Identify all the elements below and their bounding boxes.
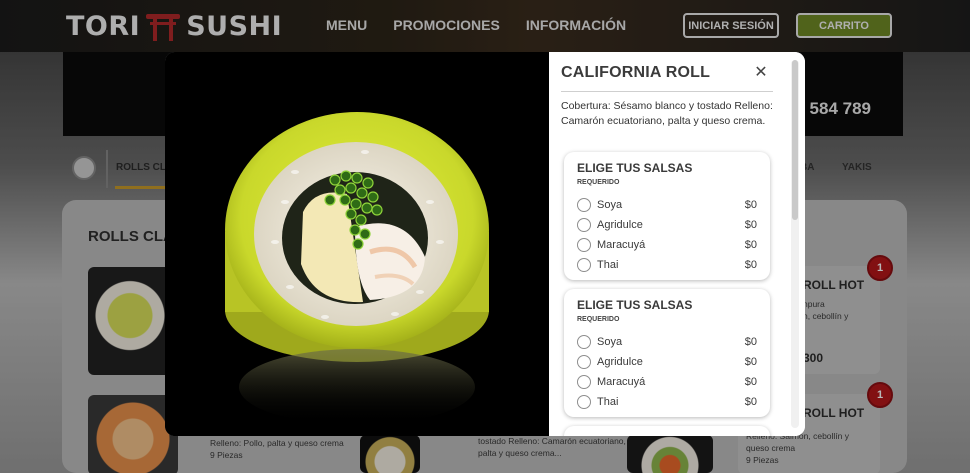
sauce-option-price: $0	[744, 336, 757, 348]
sauce-option[interactable]: Soya $0	[577, 333, 757, 351]
sauce-option-name: Soya	[597, 336, 623, 348]
radio-button[interactable]	[577, 218, 591, 232]
product-detail-panel: CALIFORNIA ROLL ✕ Cobertura: Sésamo blan…	[549, 52, 805, 436]
sauce-group-title: ELIGE TUS SALSAS	[577, 161, 693, 175]
product-photo	[165, 52, 549, 436]
sauce-option-price: $0	[744, 259, 757, 271]
sauce-option-name: Maracuyá	[597, 239, 646, 251]
sauce-option-name: Thai	[597, 259, 619, 271]
sauce-option-price: $0	[744, 396, 757, 408]
sauce-group: ELIGE TUS SALSAS REQUERIDO Soya $0 Agrid…	[564, 289, 770, 417]
sauce-option-name: Agridulce	[597, 219, 643, 231]
sauce-group	[564, 426, 770, 436]
sauce-option[interactable]: Maracuyá $0	[577, 236, 757, 254]
modal-header: CALIFORNIA ROLL ✕	[561, 52, 773, 92]
sauce-option-name: Maracuyá	[597, 376, 646, 388]
product-title: CALIFORNIA ROLL	[561, 64, 711, 81]
sauce-option[interactable]: Thai $0	[577, 256, 757, 274]
california-roll-image	[165, 52, 549, 436]
sauce-option[interactable]: Soya $0	[577, 196, 757, 214]
sauce-option-price: $0	[744, 239, 757, 251]
radio-button[interactable]	[577, 335, 591, 349]
product-modal: CALIFORNIA ROLL ✕ Cobertura: Sésamo blan…	[165, 52, 805, 436]
product-description: Cobertura: Sésamo blanco y tostado Relle…	[561, 100, 773, 127]
sauce-option[interactable]: Agridulce $0	[577, 353, 757, 371]
modal-scrollbar[interactable]	[791, 60, 799, 428]
sauce-option-name: Thai	[597, 396, 619, 408]
close-icon[interactable]: ✕	[749, 62, 773, 82]
sauce-option-name: Agridulce	[597, 356, 643, 368]
sauce-option-price: $0	[744, 356, 757, 368]
sauce-option-price: $0	[744, 199, 757, 211]
sauce-option-name: Soya	[597, 199, 623, 211]
required-label: REQUERIDO	[577, 316, 620, 323]
scrollbar-thumb[interactable]	[792, 60, 798, 220]
sauce-option-price: $0	[744, 219, 757, 231]
sauce-option[interactable]: Agridulce $0	[577, 216, 757, 234]
sauce-option[interactable]: Maracuyá $0	[577, 373, 757, 391]
radio-button[interactable]	[577, 238, 591, 252]
sauce-option[interactable]: Thai $0	[577, 393, 757, 411]
required-label: REQUERIDO	[577, 179, 620, 186]
sauce-option-price: $0	[744, 376, 757, 388]
radio-button[interactable]	[577, 355, 591, 369]
radio-button[interactable]	[577, 375, 591, 389]
sauce-group-title: ELIGE TUS SALSAS	[577, 298, 693, 312]
radio-button[interactable]	[577, 258, 591, 272]
radio-button[interactable]	[577, 395, 591, 409]
radio-button[interactable]	[577, 198, 591, 212]
sauce-group: ELIGE TUS SALSAS REQUERIDO Soya $0 Agrid…	[564, 152, 770, 280]
